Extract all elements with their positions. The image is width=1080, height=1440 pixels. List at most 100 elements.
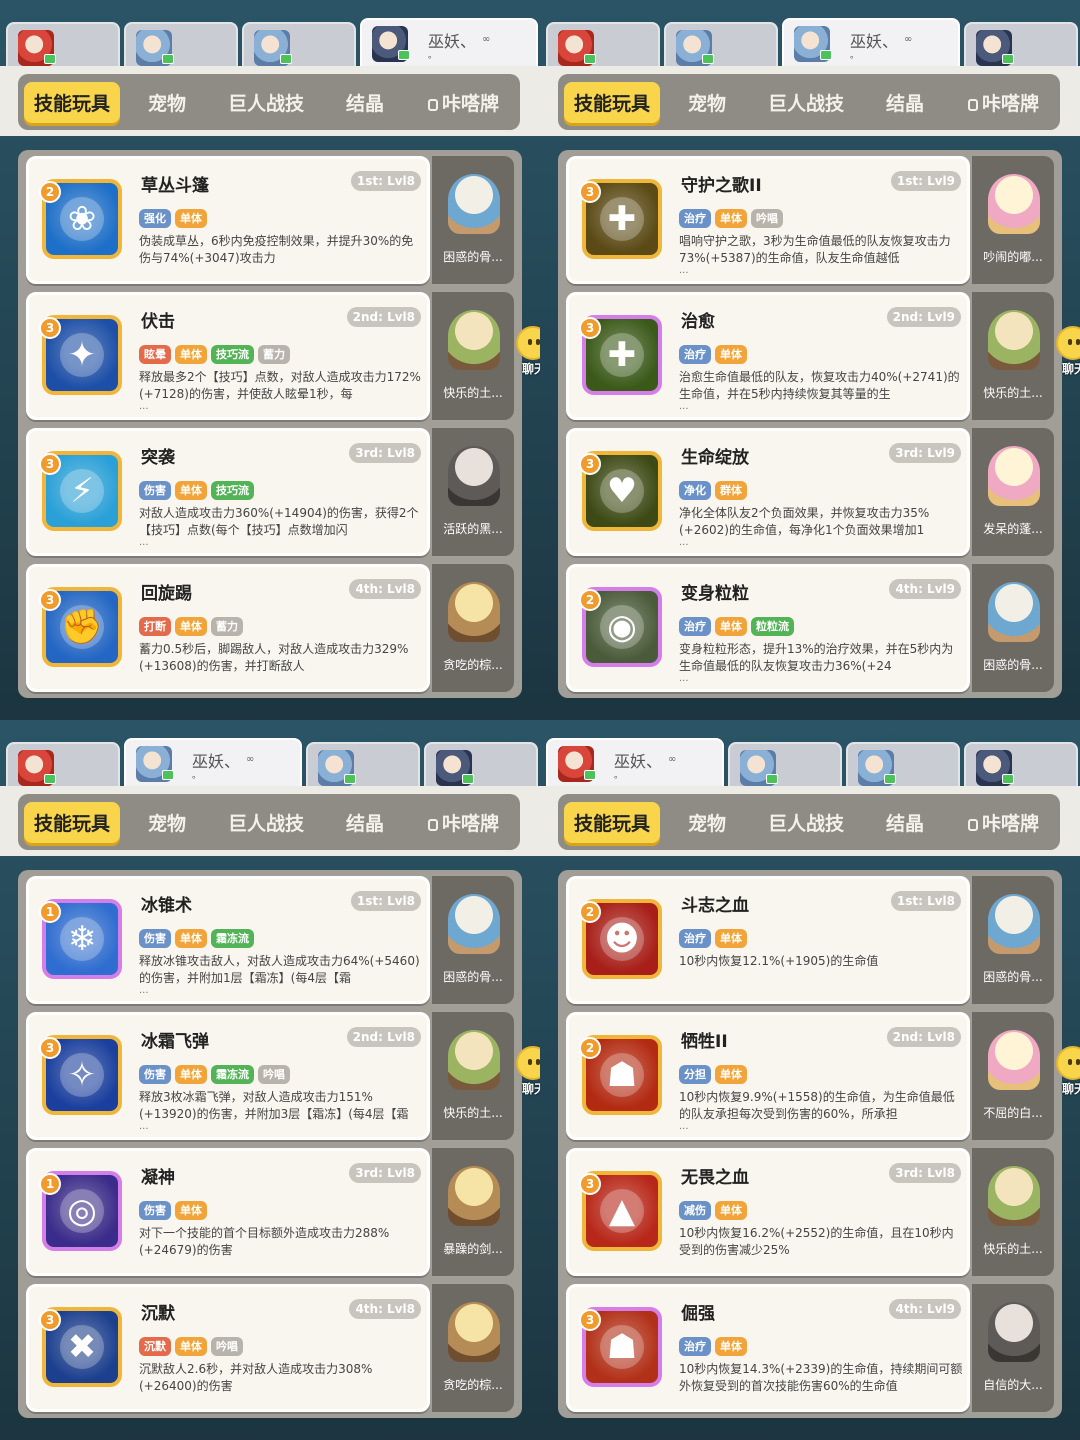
menu-tab[interactable]: 巨人战技 bbox=[768, 84, 844, 124]
character-tab[interactable] bbox=[964, 742, 1078, 790]
menu-tab[interactable]: 宠物 bbox=[148, 84, 186, 124]
character-tab[interactable]: 巫妖、 ∞。 bbox=[124, 738, 302, 790]
skill-level-badge: 3rd: Lvl9 bbox=[889, 443, 961, 463]
pet-slot[interactable]: 困惑的骨... bbox=[972, 564, 1054, 692]
skill-card[interactable]: ❀ 2 草丛斗篷 1st: Lvl8 强化 单体 伪装成草丛，6秒内免疫控制效果，并提升30… bbox=[26, 156, 430, 284]
menu-tab[interactable]: 技能玩具 bbox=[564, 82, 661, 126]
chat-button[interactable]: 聊天 bbox=[1054, 326, 1080, 380]
chat-icon bbox=[1002, 54, 1014, 64]
skill-card[interactable]: ◉ 2 变身粒粒 4th: Lvl9 治疗 单体 粒粒流 变身粒粒形态，提升13%的治疗效果，… bbox=[566, 564, 970, 692]
pet-figure-icon bbox=[988, 582, 1040, 642]
more-indicator: ... bbox=[679, 1121, 689, 1132]
category-menu: 技能玩具 宠物 巨人战技 结晶 咔嗒牌 bbox=[540, 786, 1080, 856]
character-tab[interactable]: 巫妖、 ∞。 bbox=[360, 18, 538, 70]
skill-level-badge: 2nd: Lvl8 bbox=[346, 307, 421, 327]
rarity-badge: 2 bbox=[579, 901, 601, 923]
character-tab[interactable] bbox=[846, 742, 960, 790]
pet-slot[interactable]: 快乐的土... bbox=[432, 1012, 514, 1140]
skill-card[interactable]: ❄ 1 冰锥术 1st: Lvl8 伤害 单体 霜冻流 释放冰锥攻击敌人，对敌人造成攻击力64… bbox=[26, 876, 430, 1004]
skill-card[interactable]: ✦ 3 伏击 2nd: Lvl8 眩晕 单体 技巧流 蓄力 释放最多2个【技巧】点数，对敌人造成… bbox=[26, 292, 430, 420]
character-tab[interactable] bbox=[6, 22, 120, 70]
skill-tag: 单体 bbox=[175, 209, 207, 228]
category-menu: 技能玩具 宠物 巨人战技 结晶 咔嗒牌 bbox=[0, 786, 540, 856]
skill-description: 释放冰锥攻击敌人，对敌人造成攻击力64%(+5460)的伤害，并附加1层【霜冻】… bbox=[139, 954, 420, 985]
skill-card[interactable]: ⚡ 3 突袭 3rd: Lvl8 伤害 单体 技巧流 对敌人造成攻击力360%(+14904)… bbox=[26, 428, 430, 556]
pet-slot[interactable]: 活跃的黑... bbox=[432, 428, 514, 556]
menu-tab[interactable]: 结晶 bbox=[886, 84, 924, 124]
chat-button[interactable]: 聊天 bbox=[1054, 1046, 1080, 1100]
pet-slot[interactable]: 自信的大... bbox=[972, 1284, 1054, 1412]
menu-tab[interactable]: 咔嗒牌 bbox=[968, 84, 1039, 124]
skill-card[interactable]: ✖ 3 沉默 4th: Lvl8 沉默 单体 吟唱 沉默敌人2.6秒，并对敌人造成攻击力308… bbox=[26, 1284, 430, 1412]
pet-slot[interactable]: 快乐的土... bbox=[432, 292, 514, 420]
chat-button[interactable]: 聊天 bbox=[514, 1046, 540, 1100]
character-tab[interactable]: 巫妖、 ∞。 bbox=[546, 738, 724, 790]
pet-slot[interactable]: 贪吃的棕... bbox=[432, 564, 514, 692]
menu-tab[interactable]: 结晶 bbox=[886, 804, 924, 844]
menu-tab[interactable]: 技能玩具 bbox=[564, 802, 661, 846]
chat-icon bbox=[884, 774, 896, 784]
menu-tab-label: 结晶 bbox=[886, 813, 925, 835]
pet-slot[interactable]: 暴躁的剑... bbox=[432, 1148, 514, 1276]
pet-slot[interactable]: 困惑的骨... bbox=[972, 876, 1054, 1004]
skill-description: 治愈生命值最低的队友，恢复攻击力40%(+2741)的生命值，并在5秒内持续恢复… bbox=[679, 370, 960, 401]
infinity-icon: ∞ bbox=[246, 754, 255, 765]
character-tab[interactable] bbox=[424, 742, 538, 790]
chat-button[interactable]: 聊天 bbox=[514, 326, 540, 380]
pet-slot[interactable]: 快乐的土... bbox=[972, 1148, 1054, 1276]
skill-name: 生命绽放 bbox=[681, 448, 749, 468]
pet-name: 快乐的土... bbox=[983, 386, 1043, 400]
pet-slot[interactable]: 困惑的骨... bbox=[432, 876, 514, 1004]
pet-slot[interactable]: 困惑的骨... bbox=[432, 156, 514, 284]
skill-card[interactable]: ✚ 3 守护之歌II 1st: Lvl9 治疗 单体 吟唱 唱响守护之歌，3秒为生命值最低的队… bbox=[566, 156, 970, 284]
menu-tab[interactable]: 巨人战技 bbox=[228, 84, 304, 124]
skill-name: 变身粒粒 bbox=[681, 584, 749, 604]
character-tab[interactable] bbox=[546, 22, 660, 70]
menu-tab[interactable]: 巨人战技 bbox=[768, 804, 844, 844]
menu-tab[interactable]: 技能玩具 bbox=[24, 82, 121, 126]
menu-tab[interactable]: 咔嗒牌 bbox=[428, 804, 499, 844]
character-subtext: 。 bbox=[614, 771, 624, 781]
character-tab[interactable] bbox=[728, 742, 842, 790]
character-tab[interactable] bbox=[964, 22, 1078, 70]
menu-tab[interactable]: 巨人战技 bbox=[228, 804, 304, 844]
skill-tag: 治疗 bbox=[679, 345, 711, 364]
menu-tab[interactable]: 结晶 bbox=[346, 84, 384, 124]
skill-tag: 单体 bbox=[175, 1337, 207, 1356]
character-tab[interactable] bbox=[664, 22, 778, 70]
pet-slot[interactable]: 发呆的蓬... bbox=[972, 428, 1054, 556]
skill-description: 净化全体队友2个负面效果，并恢复攻击力35%(+2602)的生命值，每净化1个负… bbox=[679, 506, 930, 537]
character-tab[interactable] bbox=[306, 742, 420, 790]
pet-slot[interactable]: 贪吃的棕... bbox=[432, 1284, 514, 1412]
skill-card[interactable]: ☗ 3 倔强 4th: Lvl9 治疗 单体 10秒内恢复14.3%(+2339)的生命值，… bbox=[566, 1284, 970, 1412]
character-tab[interactable] bbox=[242, 22, 356, 70]
skill-tag: 伤害 bbox=[139, 1201, 171, 1220]
menu-tab[interactable]: 咔嗒牌 bbox=[428, 84, 499, 124]
character-tab[interactable] bbox=[6, 742, 120, 790]
lock-icon bbox=[428, 819, 438, 831]
menu-tab[interactable]: 宠物 bbox=[688, 804, 726, 844]
character-tab[interactable] bbox=[124, 22, 238, 70]
menu-tab[interactable]: 结晶 bbox=[346, 804, 384, 844]
menu-tab[interactable]: 咔嗒牌 bbox=[968, 804, 1039, 844]
character-tab[interactable]: 巫妖、 ∞。 bbox=[782, 18, 960, 70]
skill-card[interactable]: ✧ 3 冰霜飞弹 2nd: Lvl8 伤害 单体 霜冻流 吟唱 释放3枚冰霜飞弹，对敌人造成攻击… bbox=[26, 1012, 430, 1140]
chat-icon bbox=[162, 770, 174, 780]
pet-slot[interactable]: 快乐的土... bbox=[972, 292, 1054, 420]
skill-card[interactable]: ✊ 3 回旋踢 4th: Lvl8 打断 单体 蓄力 蓄力0.5秒后，脚踢敌人，对敌人造成攻击… bbox=[26, 564, 430, 692]
skill-card[interactable]: ☻ 2 斗志之血 1st: Lvl8 治疗 单体 10秒内恢复12.1%(+1905)的生命… bbox=[566, 876, 970, 1004]
skill-card[interactable]: ◎ 1 凝神 3rd: Lvl8 伤害 单体 对下一个技能的首个目标额外造成攻击力288%(… bbox=[26, 1148, 430, 1276]
pet-slot[interactable]: 不屈的白... bbox=[972, 1012, 1054, 1140]
menu-tab[interactable]: 宠物 bbox=[688, 84, 726, 124]
skill-card[interactable]: ✚ 3 治愈 2nd: Lvl9 治疗 单体 治愈生命值最低的队友，恢复攻击力40%(+27… bbox=[566, 292, 970, 420]
skill-name: 守护之歌II bbox=[681, 176, 762, 196]
skill-tags: 眩晕 单体 技巧流 蓄力 bbox=[139, 343, 294, 364]
menu-tab-label: 宠物 bbox=[688, 93, 727, 115]
skill-card[interactable]: ▲ 3 无畏之血 3rd: Lvl8 减伤 单体 10秒内恢复16.2%(+2552)的生命… bbox=[566, 1148, 970, 1276]
skill-card[interactable]: ♥ 3 生命绽放 3rd: Lvl9 净化 群体 净化全体队友2个负面效果，并恢复攻击力35… bbox=[566, 428, 970, 556]
menu-tab[interactable]: 技能玩具 bbox=[24, 802, 121, 846]
menu-tab[interactable]: 宠物 bbox=[148, 804, 186, 844]
chat-icon bbox=[702, 54, 714, 64]
pet-slot[interactable]: 吵闹的嘟... bbox=[972, 156, 1054, 284]
skill-card[interactable]: ☗ 2 牺牲II 2nd: Lvl8 分担 单体 10秒内恢复9.9%(+1558)的生命值… bbox=[566, 1012, 970, 1140]
